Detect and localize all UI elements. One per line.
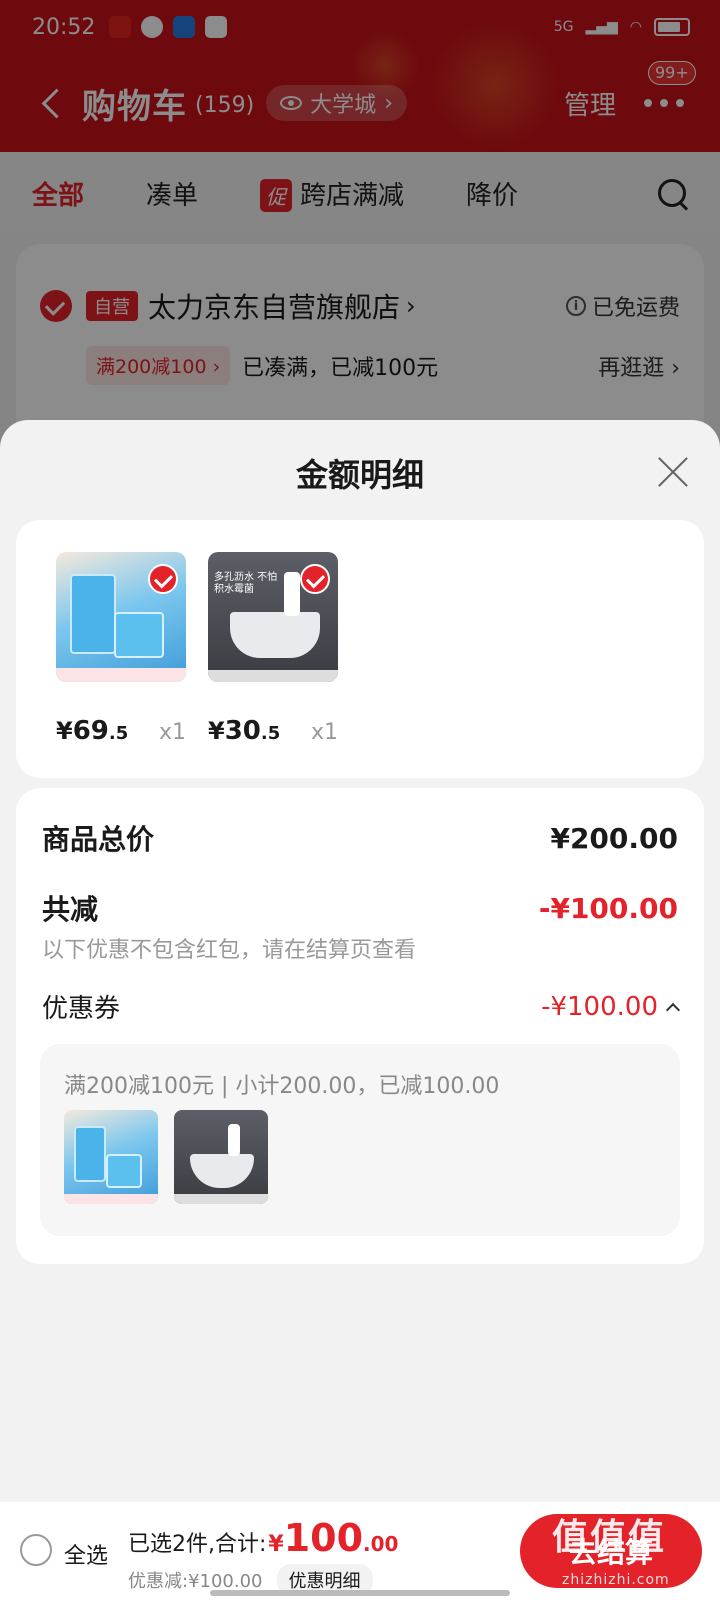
close-icon[interactable] [656,454,690,488]
chevron-up-icon [665,1002,681,1017]
selected-check-icon [300,564,330,594]
product-quantity: x1 [158,720,186,745]
home-indicator[interactable] [210,1590,510,1596]
total-currency: ¥ [268,1532,284,1557]
price-decimal: .5 [260,723,281,744]
product-image-shower-rack: 多孔沥水 不怕积水霉菌 [208,552,338,682]
discount-value: -¥100.00 [538,891,678,925]
total-decimal: .00 [363,1532,399,1556]
coupon-row[interactable]: 优惠券 -¥100.00 [42,988,681,1025]
sheet-title: 金额明细 [295,456,424,494]
price-breakdown-card: 商品总价 ¥200.00 共减 -¥100.00 以下优惠不包含红包，请在结算页… [16,788,704,1264]
product-quantity: x1 [310,720,338,745]
discount-label: 共减 [42,893,99,926]
product-list-card: ¥ 69 .5 x1 多孔沥水 不怕积水霉菌 ¥ 30 .5 x1 [16,520,704,778]
discount-note: 以下优惠不包含红包，请在结算页查看 [42,938,417,963]
selected-check-icon [148,564,178,594]
total-label: 商品总价 [42,823,155,856]
selected-summary: 已选2件,合计: [128,1532,267,1557]
watermark-logo: 值值值 [552,1517,667,1558]
price-currency: ¥ [56,717,73,745]
price-currency: ¥ [208,717,225,745]
price-decimal: .5 [108,723,129,744]
price-integer: 69 [72,716,109,746]
product-image-vacuum-bags [56,552,186,682]
coupon-detail-box: 满200减100元 | 小计200.00，已减100.00 [40,1044,680,1236]
product-item[interactable]: ¥ 69 .5 x1 [56,552,186,746]
coupon-label: 优惠券 [42,994,121,1024]
coupon-product-thumbnail [64,1110,158,1204]
price-integer: 30 [224,716,261,746]
coupon-value: -¥100.00 [541,991,658,1022]
total-value: ¥200.00 [550,821,678,855]
select-all-label[interactable]: 全选 [64,1538,108,1570]
watermark-url: zhizhizhi.com [562,1572,670,1588]
coupon-product-thumbnail [174,1110,268,1204]
total-integer: 100 [283,1516,364,1560]
select-all-checkbox[interactable] [20,1534,52,1566]
product-item[interactable]: 多孔沥水 不怕积水霉菌 ¥ 30 .5 x1 [208,552,338,746]
product-image-text: 多孔沥水 不怕积水霉菌 [214,572,278,595]
amount-detail-sheet: 金额明细 ¥ 69 .5 x1 多孔沥水 不怕积水霉菌 ¥ 30 .5 x1 商… [0,420,720,1502]
coupon-detail-text: 满200减100元 | 小计200.00，已减100.00 [64,1074,500,1099]
